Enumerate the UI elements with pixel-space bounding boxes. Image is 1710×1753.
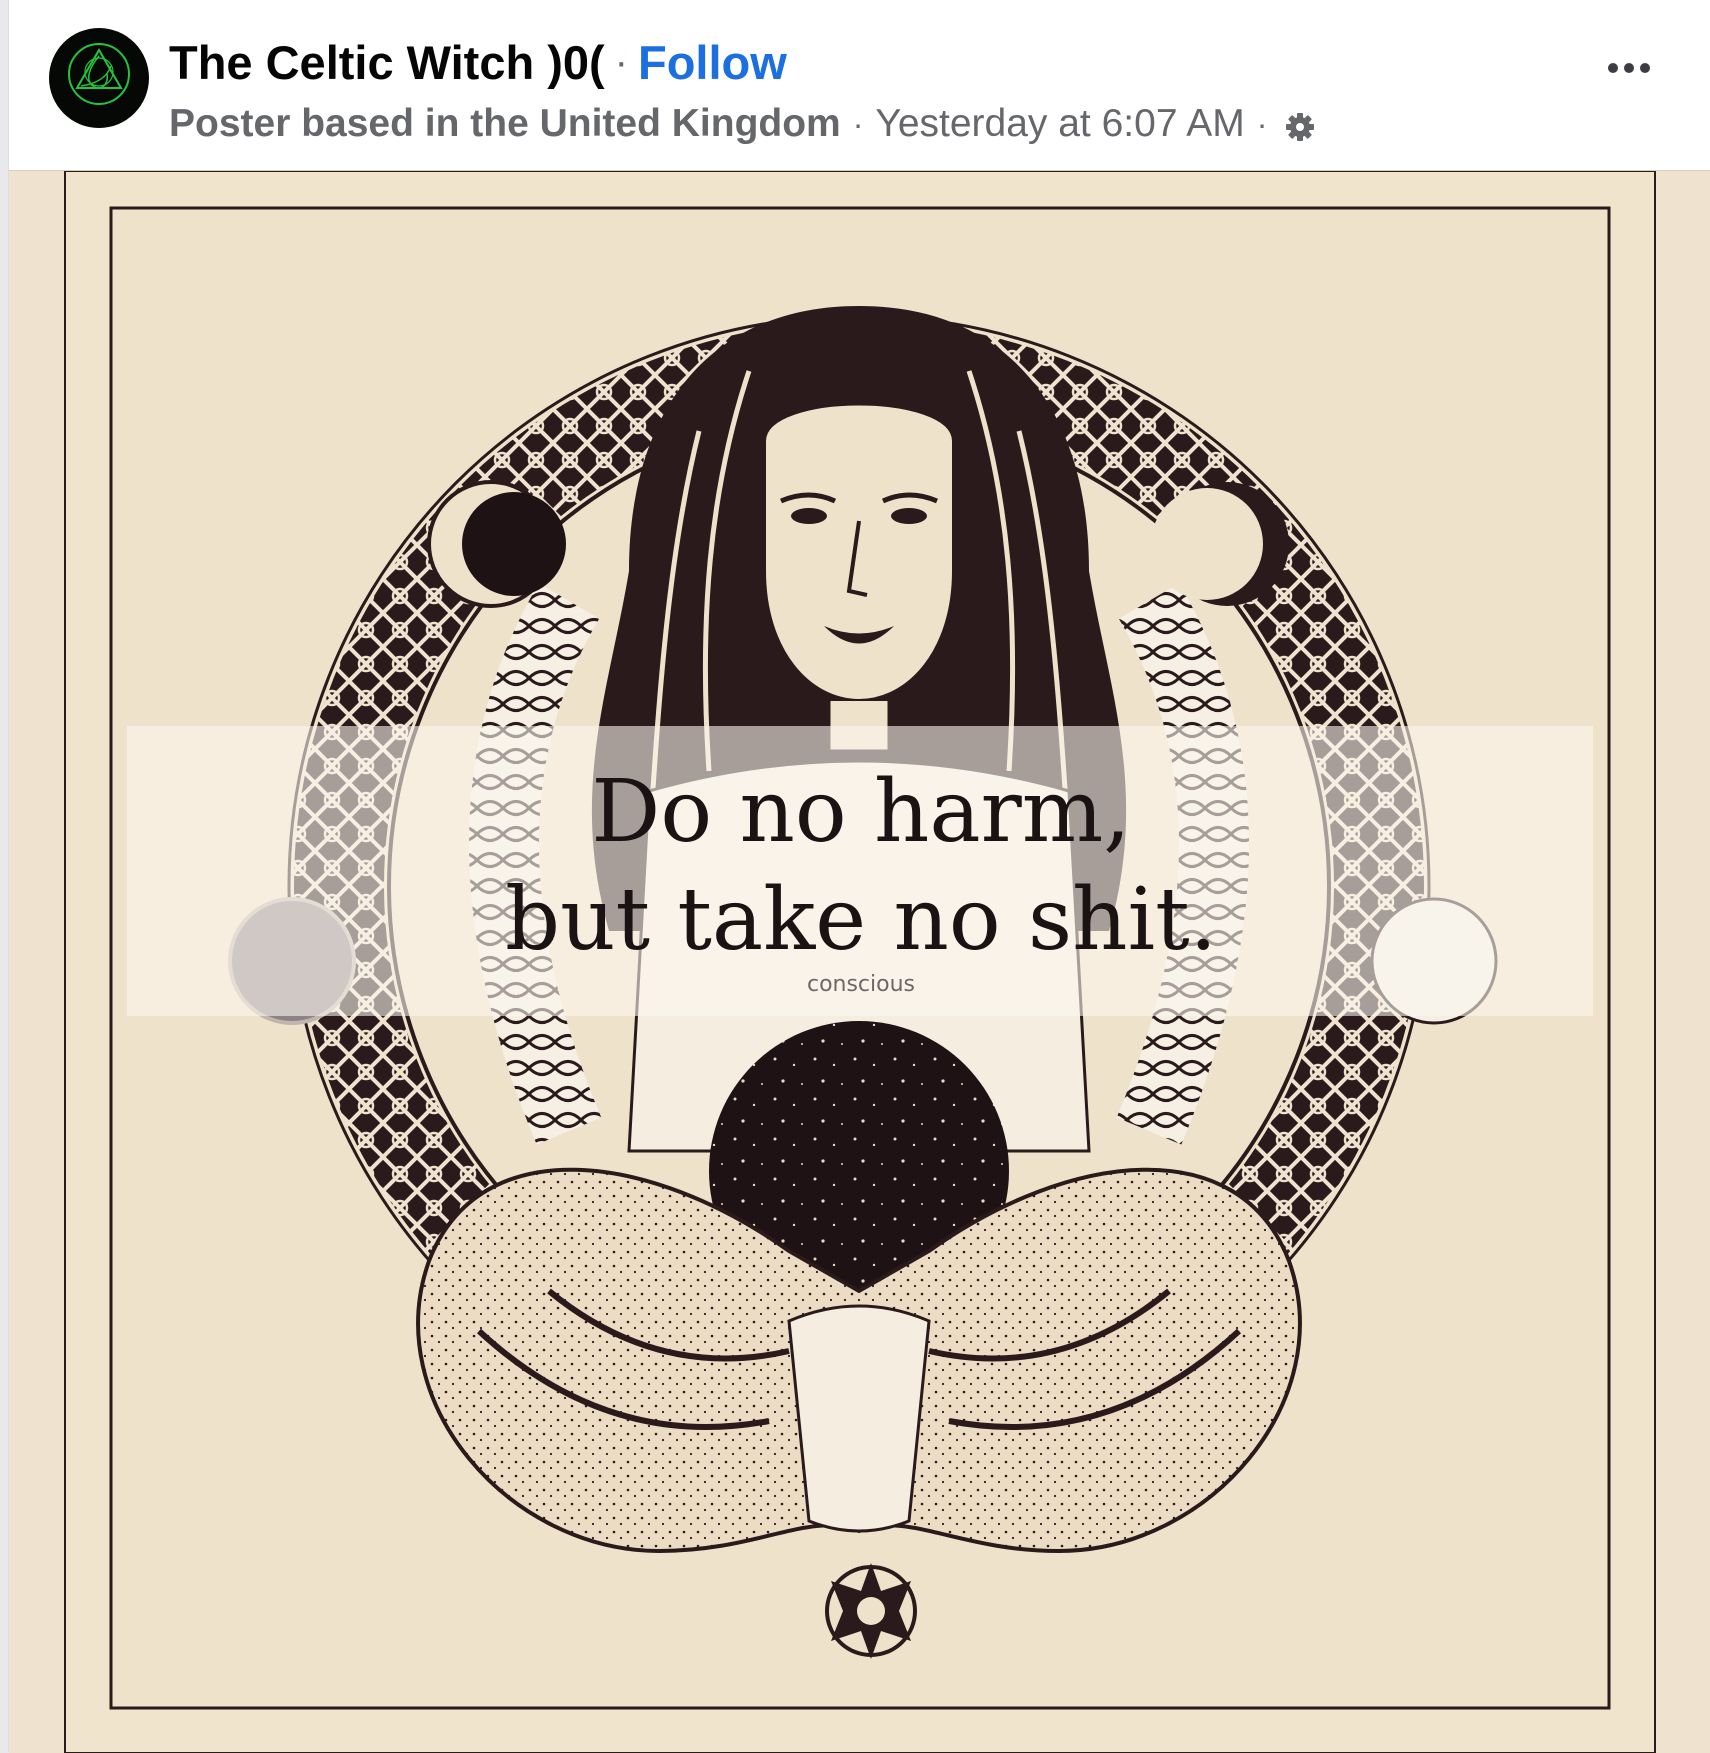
gear-icon[interactable]	[1283, 110, 1317, 144]
timestamp[interactable]: Yesterday at 6:07 AM	[875, 102, 1244, 146]
post-card: The Celtic Witch )0( · Follow Poster bas…	[8, 0, 1710, 1753]
triquetra-logo	[51, 30, 147, 126]
post-image[interactable]: Do no harm, but take no shit. conscious	[9, 170, 1710, 1753]
quote-line-1: Do no harm,	[591, 762, 1130, 862]
separator-dot: ·	[1256, 105, 1268, 142]
post-header: The Celtic Witch )0( · Follow Poster bas…	[9, 0, 1710, 170]
avatar[interactable]	[49, 28, 149, 128]
location-label[interactable]: Poster based in the United Kingdom	[169, 102, 841, 146]
quote-line-2: but take no shit.	[505, 870, 1217, 970]
poster-illustration: Do no harm, but take no shit. conscious	[9, 171, 1710, 1753]
name-row: The Celtic Witch )0( · Follow	[169, 34, 787, 90]
separator-dot: ·	[852, 105, 864, 142]
follow-button[interactable]: Follow	[638, 35, 787, 90]
watermark-text: conscious	[807, 972, 915, 997]
post-meta: Poster based in the United Kingdom · Yes…	[169, 98, 1317, 150]
separator-dot: ·	[614, 39, 628, 84]
more-options-icon[interactable]	[1599, 48, 1659, 88]
page-name[interactable]: The Celtic Witch )0(	[169, 35, 605, 90]
